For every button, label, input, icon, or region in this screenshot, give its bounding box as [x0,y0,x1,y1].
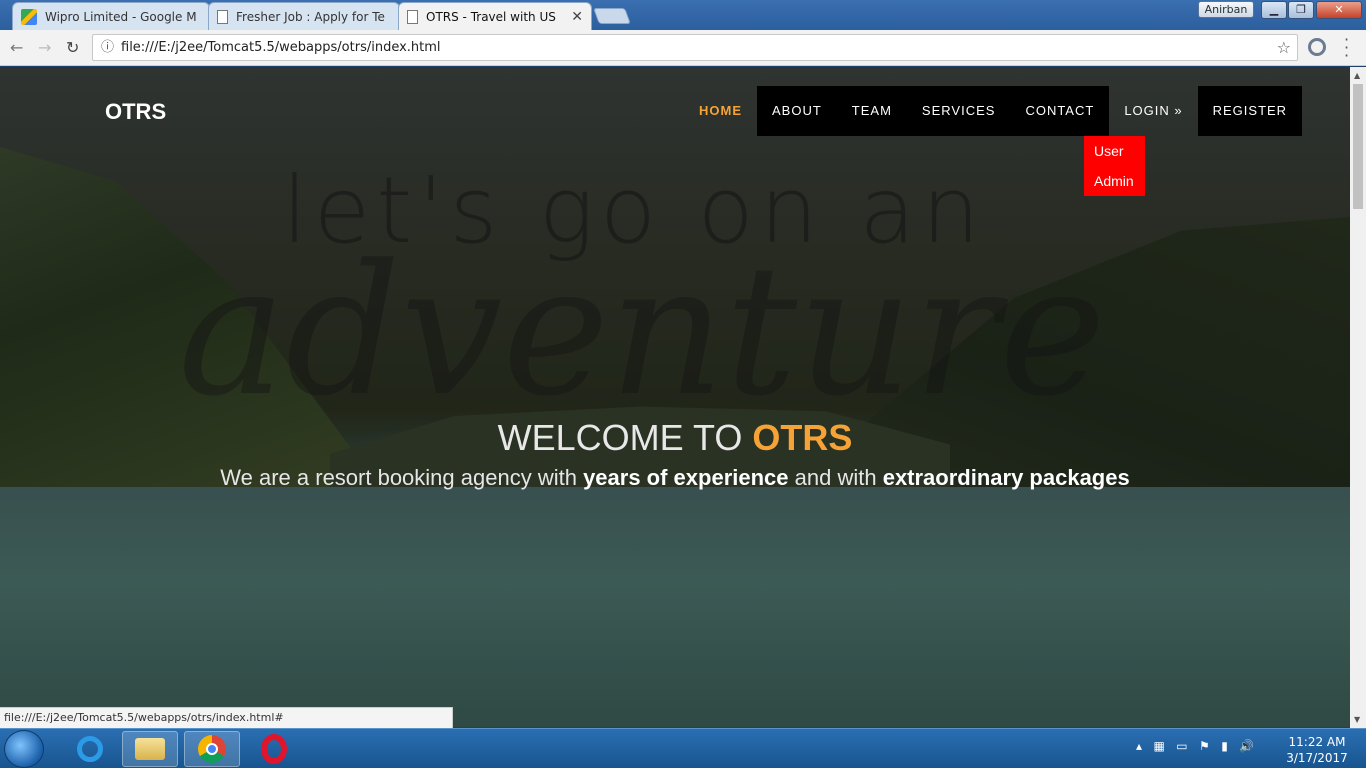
tab-title: OTRS - Travel with US [426,9,556,24]
system-clock[interactable]: 11:22 AM 3/17/2017 [1282,734,1352,766]
scroll-up-arrow-icon[interactable]: ▲ [1354,71,1360,80]
hero-script-big: adventure [178,227,1106,436]
profile-button[interactable]: Anirban [1198,1,1254,18]
close-tab-icon[interactable]: ✕ [571,9,583,25]
login-admin-item[interactable]: Admin [1084,166,1145,196]
internet-explorer-icon[interactable] [62,731,118,767]
nav-about[interactable]: ABOUT [757,86,837,136]
chrome-icon[interactable] [184,731,240,767]
menu-dots-icon[interactable]: · · · [1344,32,1349,64]
nav-login[interactable]: LOGIN » [1109,86,1197,136]
welcome-heading: WELCOME TO OTRS [0,417,1350,459]
main-nav: HOME ABOUT TEAM SERVICES CONTACT LOGIN »… [684,86,1303,136]
lake-water [0,487,1350,727]
address-text: file:///E:/j2ee/Tomcat5.5/webapps/otrs/i… [121,40,441,55]
browser-titlebar: Wipro Limited - Google M Fresher Job : A… [0,0,1366,30]
nav-register[interactable]: REGISTER [1197,86,1303,136]
opera-icon[interactable] [246,731,302,767]
login-dropdown: User Admin [1084,136,1145,196]
webpage-viewport: let's go on an adventure WELCOME TO OTRS… [0,67,1350,727]
welcome-accent: OTRS [752,417,853,458]
start-orb-icon[interactable] [4,730,44,768]
close-window-button[interactable]: ✕ [1316,1,1362,19]
tagline-part-2: and with [788,465,883,490]
tagline-bold-2: extraordinary packages [882,465,1130,490]
new-tab-button[interactable] [593,8,631,24]
login-user-item[interactable]: User [1084,136,1145,166]
reload-icon[interactable]: ↻ [66,38,79,57]
site-logo[interactable]: OTRS [105,99,166,125]
nav-home[interactable]: HOME [684,86,757,136]
clock-date: 3/17/2017 [1286,751,1348,765]
scroll-thumb[interactable] [1353,84,1363,209]
bookmark-star-icon[interactable]: ☆ [1277,35,1291,60]
welcome-prefix: WELCOME TO [497,417,753,458]
hero-tagline: We are a resort booking agency with year… [0,465,1350,491]
maximize-button[interactable]: ❐ [1288,1,1314,19]
tab-fresher-job[interactable]: Fresher Job : Apply for Te [208,2,400,30]
scroll-down-arrow-icon[interactable]: ▼ [1354,715,1360,724]
nav-team[interactable]: TEAM [836,86,907,136]
forward-arrow-icon[interactable]: → [38,38,51,57]
tagline-part-1: We are a resort booking agency with [220,465,584,490]
google-maps-icon [21,8,37,25]
tab-title: Fresher Job : Apply for Te [236,9,385,24]
page-icon [407,9,418,24]
page-icon [217,9,228,24]
info-icon[interactable]: ⓘ [101,35,114,60]
nav-services[interactable]: SERVICES [906,86,1011,136]
nav-contact[interactable]: CONTACT [1010,86,1110,136]
tagline-bold-1: years of experience [583,465,789,490]
file-explorer-icon[interactable] [122,731,178,767]
browser-toolbar: ← → ↻ ⓘ file:///E:/j2ee/Tomcat5.5/webapp… [0,30,1366,66]
clock-time: 11:22 AM [1288,735,1346,749]
page-scrollbar[interactable]: ▲ ▼ [1350,67,1366,728]
minimize-button[interactable]: ▁ [1261,1,1287,19]
address-bar[interactable]: ⓘ file:///E:/j2ee/Tomcat5.5/webapps/otrs… [92,34,1298,61]
windows-taskbar: ▴ ▦ ▭ ⚑ ▮ 🔊 11:22 AM 3/17/2017 [0,728,1366,768]
link-status-bubble: file:///E:/j2ee/Tomcat5.5/webapps/otrs/i… [0,707,453,729]
system-tray[interactable]: ▴ ▦ ▭ ⚑ ▮ 🔊 [1136,739,1254,753]
extension-icon[interactable] [1308,38,1326,56]
tab-title: Wipro Limited - Google M [45,9,197,24]
back-arrow-icon[interactable]: ← [10,38,23,57]
tab-otrs[interactable]: OTRS - Travel with US ✕ [398,2,592,30]
tab-wipro[interactable]: Wipro Limited - Google M [12,2,210,30]
